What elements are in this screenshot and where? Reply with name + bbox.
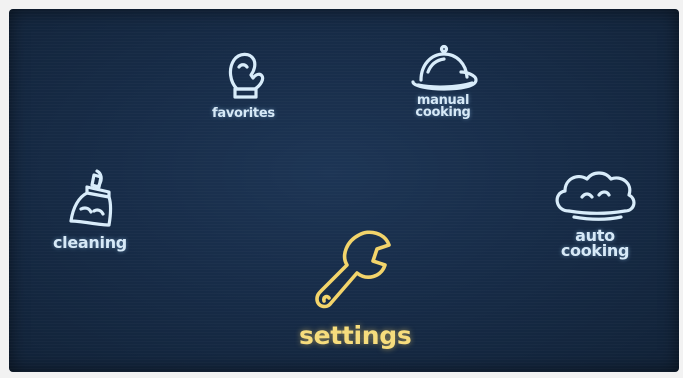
menu-item-auto-cooking[interactable]: auto cooking: [547, 167, 643, 260]
wrench-icon: [315, 230, 392, 309]
menu-item-cleaning[interactable]: cleaning: [53, 167, 127, 252]
chef-hat-icon: [555, 171, 636, 221]
menu-item-manual-cooking[interactable]: manual cooking: [404, 42, 482, 119]
oven-mitt-icon: [229, 52, 265, 99]
cloche-icon: [411, 44, 478, 91]
auto-cooking-label: auto cooking: [560, 226, 630, 260]
menu-item-settings[interactable]: settings: [299, 225, 412, 350]
device-bezel: favorites manual cooking cleaning auto c…: [0, 0, 683, 378]
touch-screen: favorites manual cooking cleaning auto c…: [9, 9, 679, 372]
menu-item-favorites[interactable]: favorites: [212, 45, 275, 120]
favorites-label: favorites: [212, 106, 275, 121]
brush-icon: [69, 169, 113, 227]
settings-label: settings: [299, 321, 412, 350]
manual-cooking-label: manual cooking: [415, 93, 471, 120]
cleaning-label: cleaning: [53, 233, 127, 252]
